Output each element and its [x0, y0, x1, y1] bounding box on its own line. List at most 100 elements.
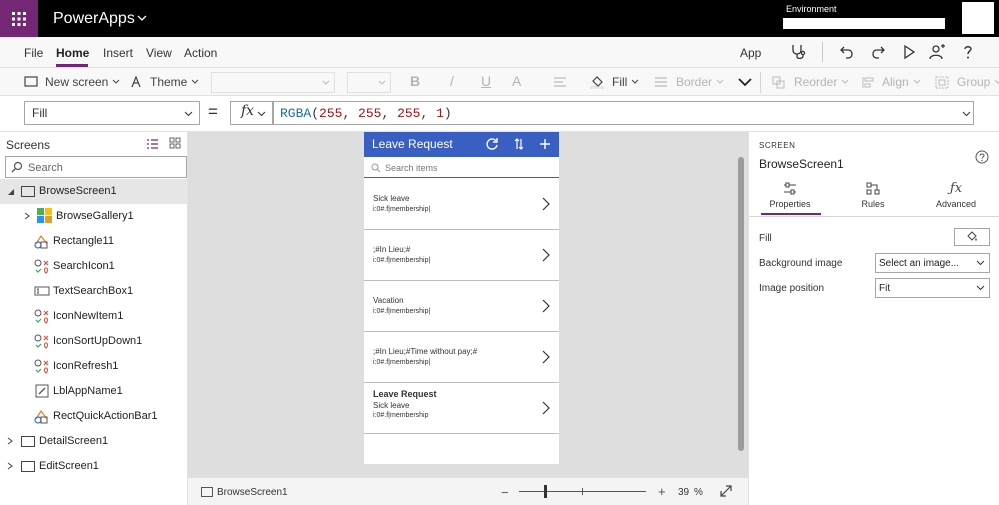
new-screen-icon [24, 76, 38, 87]
font-color-button[interactable]: A [512, 73, 521, 89]
background-image-select[interactable]: Select an image... [875, 253, 990, 273]
gallery-item-template[interactable]: Leave Request Sick leave i:0#.f|membersh… [364, 383, 559, 434]
app-title-label[interactable]: Leave Request [372, 137, 453, 151]
chevron-right-icon[interactable] [542, 197, 550, 211]
search-icon [371, 163, 381, 173]
property-dropdown[interactable]: Fill [24, 101, 200, 125]
app-launcher-button[interactable] [0, 0, 38, 37]
chevron-right-icon[interactable] [542, 401, 550, 415]
gallery-item-title: Sick leave [373, 194, 410, 203]
tree-item-label: Rectangle11 [53, 235, 114, 247]
tab-properties[interactable]: Properties [749, 182, 831, 215]
tree-item-label: EditScreen1 [39, 460, 99, 472]
underline-button[interactable]: U [481, 73, 491, 89]
tree-item-rectquickactionbar1[interactable]: RectQuickActionBar1 [0, 404, 187, 429]
share-user-icon[interactable] [928, 43, 946, 61]
chevron-down-icon[interactable] [137, 14, 147, 22]
zoom-out-button[interactable]: − [501, 485, 509, 500]
selected-control-kind: SCREEN [759, 141, 796, 150]
current-screen-name[interactable]: BrowseScreen1 [217, 487, 288, 498]
image-position-select[interactable]: Fit [875, 278, 990, 298]
chevron-down-icon [995, 79, 999, 84]
group-label: Group [957, 75, 991, 89]
app-settings-button[interactable]: App [740, 46, 761, 60]
gallery-item-title: ;#In Lieu;# [373, 245, 411, 254]
canvas-vertical-scrollbar[interactable] [738, 157, 744, 451]
undo-icon[interactable] [838, 43, 856, 61]
fit-to-window-icon[interactable] [720, 485, 732, 497]
collapsed-caret-icon[interactable] [24, 212, 30, 220]
new-screen-button[interactable]: New screen [24, 75, 120, 89]
border-button[interactable]: Border [654, 75, 724, 89]
font-family-select[interactable] [211, 72, 335, 93]
text-align-icon[interactable] [553, 76, 571, 89]
chevron-right-icon[interactable] [542, 248, 550, 262]
tab-advanced[interactable]: ƒx Advanced [915, 182, 997, 215]
app-name[interactable]: PowerApps [53, 10, 135, 28]
gallery-item[interactable]: ;#In Lieu;# i:0#.f|membership| [364, 230, 559, 281]
tab-divider [749, 216, 999, 217]
selected-control-name: BrowseScreen1 [759, 157, 844, 171]
app-checker-icon[interactable] [789, 43, 807, 61]
menu-insert[interactable]: Insert [103, 46, 133, 60]
gallery-search-placeholder: Search items [385, 163, 438, 173]
group-icon [935, 76, 949, 88]
reorder-button[interactable]: Reorder [772, 75, 849, 89]
italic-button[interactable]: / [450, 73, 454, 89]
list-view-icon[interactable] [146, 138, 159, 150]
menu-bar: File Home Insert View Action App [0, 37, 999, 67]
bold-button[interactable]: B [410, 73, 420, 89]
fill-color-picker[interactable] [954, 228, 990, 246]
environment-picker[interactable] [783, 18, 945, 29]
gallery-item[interactable]: Sick leave i:0#.f|membership| [364, 179, 559, 230]
gallery-item[interactable]: Vacation i:0#.f|membership| [364, 281, 559, 332]
zoom-slider-thumb[interactable] [544, 485, 547, 498]
font-size-select[interactable] [347, 72, 391, 93]
tree-item-editscreen1[interactable]: EditScreen1 [0, 454, 187, 479]
chevron-down-icon [976, 260, 985, 266]
collapsed-caret-icon[interactable] [7, 437, 13, 445]
chevron-down-icon [716, 79, 724, 84]
menu-file[interactable]: File [24, 46, 43, 60]
chevron-right-icon[interactable] [542, 299, 550, 313]
expand-ribbon-chevron-icon[interactable] [738, 77, 752, 87]
gallery-item[interactable]: ;#In Lieu;#Time without pay;# i:0#.f|mem… [364, 332, 559, 383]
toolbar-divider [822, 42, 823, 62]
app-screen-preview[interactable]: Leave Request Search items Sick leave i:… [364, 132, 559, 464]
tree-item-rectangle11[interactable]: Rectangle11 [0, 229, 187, 254]
tree-item-iconsortupdown1[interactable]: IconSortUpDown1 [0, 329, 187, 354]
zoom-value[interactable]: 39 [678, 487, 689, 498]
tree-item-textsearchbox1[interactable]: TextSearchBox1 [0, 279, 187, 304]
collapsed-caret-icon[interactable] [7, 462, 13, 470]
zoom-in-button[interactable]: + [658, 484, 666, 499]
menu-home[interactable]: Home [56, 46, 89, 60]
formula-input[interactable]: RGBA(255, 255, 255, 1) [273, 101, 974, 125]
play-icon[interactable] [900, 43, 918, 61]
group-button[interactable]: Group [935, 75, 999, 89]
align-button[interactable]: Align [862, 75, 921, 89]
fill-button[interactable]: Fill [590, 75, 639, 89]
tree-item-browsegallery1[interactable]: BrowseGallery1 [0, 204, 187, 229]
refresh-icon[interactable] [485, 137, 499, 151]
menu-view[interactable]: View [146, 46, 172, 60]
redo-icon[interactable] [869, 43, 887, 61]
tree-item-detailscreen1[interactable]: DetailScreen1 [0, 429, 187, 454]
tree-item-iconnewitem1[interactable]: IconNewItem1 [0, 304, 187, 329]
thumbnail-view-icon[interactable] [169, 137, 181, 149]
expanded-caret-icon[interactable] [7, 188, 15, 196]
tree-item-browsescreen1[interactable]: BrowseScreen1 [0, 179, 187, 204]
menu-action[interactable]: Action [184, 46, 217, 60]
tree-item-iconrefresh1[interactable]: IconRefresh1 [0, 354, 187, 379]
theme-button[interactable]: Theme [131, 75, 199, 89]
tree-item-searchicon1[interactable]: SearchIcon1 [0, 254, 187, 279]
expand-formula-chevron-icon[interactable] [962, 111, 971, 117]
fx-icon: ƒx [949, 181, 963, 196]
chevron-right-icon[interactable] [542, 350, 550, 364]
help-icon[interactable] [975, 150, 989, 164]
add-icon[interactable] [539, 138, 551, 150]
sort-up-down-icon[interactable] [513, 137, 525, 151]
tab-rules[interactable]: Rules [832, 182, 914, 215]
tree-item-lblappname1[interactable]: LblAppName1 [0, 379, 187, 404]
help-icon[interactable] [959, 43, 977, 61]
avatar[interactable] [962, 2, 994, 34]
